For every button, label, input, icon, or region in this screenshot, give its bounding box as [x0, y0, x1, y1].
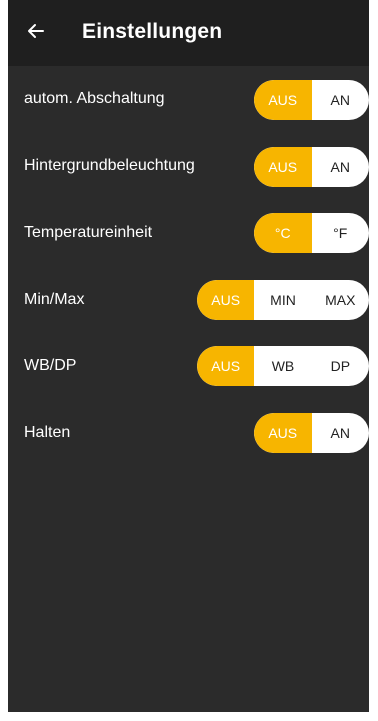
- app-bar: Einstellungen: [8, 0, 369, 66]
- setting-label-hold: Halten: [24, 424, 71, 441]
- min-max-toggle: AUS MIN MAX: [197, 280, 369, 320]
- min-max-option-aus[interactable]: AUS: [197, 280, 255, 320]
- hold-option-aus[interactable]: AUS: [254, 413, 312, 453]
- wb-dp-option-dp[interactable]: DP: [312, 346, 369, 386]
- wb-dp-option-wb[interactable]: WB: [254, 346, 311, 386]
- temperature-unit-option-celsius[interactable]: °C: [254, 213, 312, 253]
- backlight-option-an[interactable]: AN: [312, 147, 370, 187]
- wb-dp-option-aus[interactable]: AUS: [197, 346, 255, 386]
- auto-off-option-an[interactable]: AN: [312, 80, 370, 120]
- settings-screen: Einstellungen autom. Abschaltung AUS AN …: [8, 0, 369, 712]
- setting-label-min-max: Min/Max: [24, 291, 85, 308]
- min-max-option-max[interactable]: MAX: [312, 280, 369, 320]
- auto-off-toggle: AUS AN: [254, 80, 369, 120]
- hold-toggle: AUS AN: [254, 413, 369, 453]
- auto-off-option-aus[interactable]: AUS: [254, 80, 312, 120]
- temperature-unit-option-fahrenheit[interactable]: °F: [312, 213, 370, 253]
- hold-option-an[interactable]: AN: [312, 413, 370, 453]
- page-title: Einstellungen: [82, 20, 223, 43]
- setting-label-auto-off: autom. Abschaltung: [24, 90, 165, 107]
- min-max-option-min[interactable]: MIN: [254, 280, 311, 320]
- arrow-left-icon[interactable]: [24, 19, 48, 43]
- setting-label-backlight: Hintergrundbeleuchtung: [24, 157, 195, 174]
- temperature-unit-toggle: °C °F: [254, 213, 369, 253]
- backlight-toggle: AUS AN: [254, 147, 369, 187]
- wb-dp-toggle: AUS WB DP: [197, 346, 369, 386]
- setting-label-wb-dp: WB/DP: [24, 357, 77, 374]
- backlight-option-aus[interactable]: AUS: [254, 147, 312, 187]
- setting-label-temperature-unit: Temperatureinheit: [24, 224, 153, 241]
